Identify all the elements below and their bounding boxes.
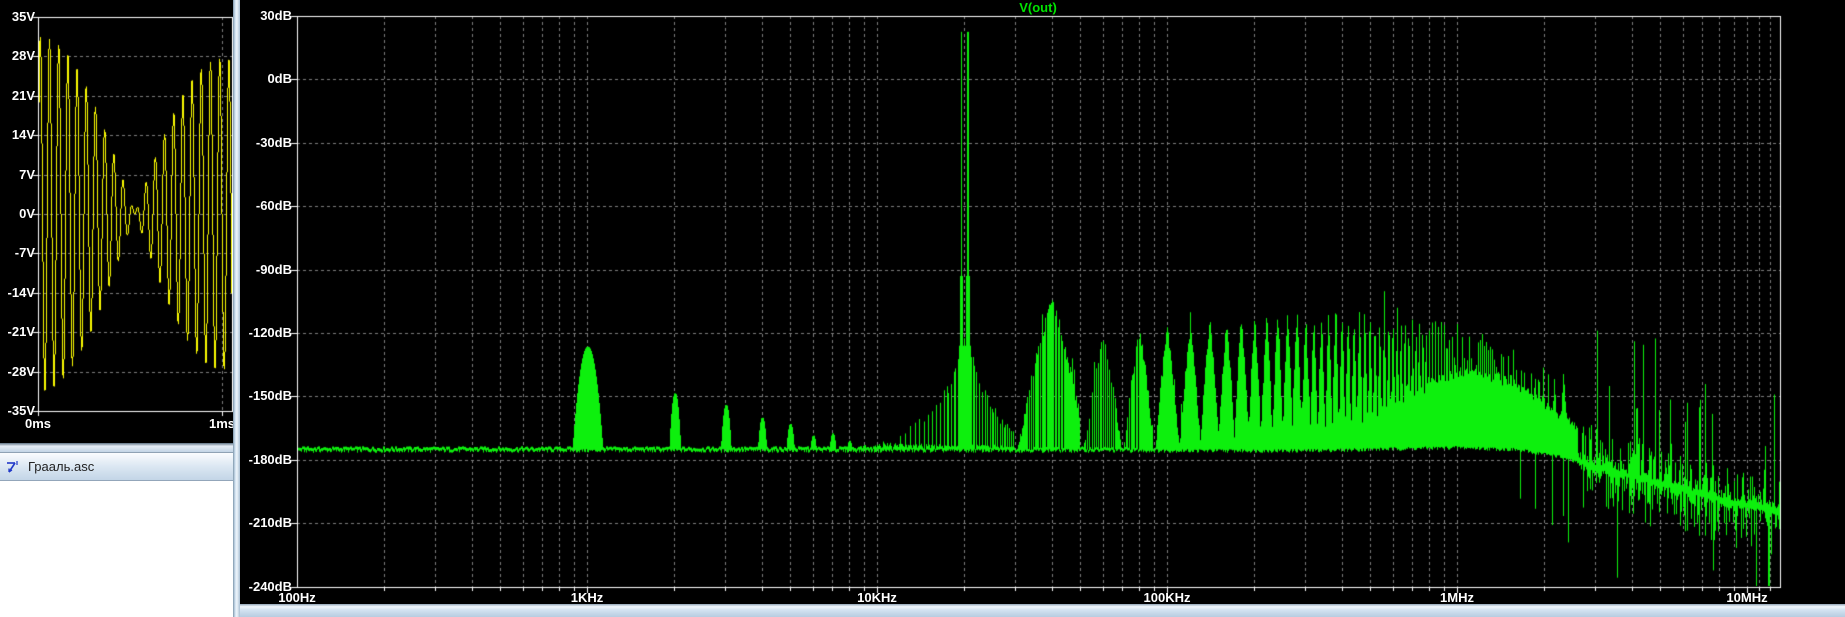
fft-y-tick-label: 30dB <box>260 8 292 23</box>
scope-y-tick-label: -28V <box>7 363 35 379</box>
fft-x-tick-label: 1KHz <box>570 590 604 605</box>
scope-y-tick-label: -21V <box>7 324 35 340</box>
scope-y-tick-label: 0V <box>19 206 35 221</box>
fft-y-tick-label: -60dB <box>255 198 292 214</box>
ltspice-schematic-icon <box>7 460 18 473</box>
scope-x-tick-label: 1ms <box>208 416 236 431</box>
scope-window-bottom-border <box>0 443 233 452</box>
fft-x-tick-label: 100Hz <box>278 590 316 605</box>
scope-y-tick-label: 21V <box>11 87 35 103</box>
schematic-window-title: Грааль.asc <box>28 459 95 474</box>
schematic-titlebar[interactable]: Грааль.asc <box>0 452 233 481</box>
fft-y-tick-label: -120dB <box>248 324 292 340</box>
scope-x-tick-label: 0ms <box>24 416 52 431</box>
scope-y-tick-label: 7V <box>19 166 35 182</box>
fft-plot[interactable] <box>240 0 1845 604</box>
fft-x-tick-label: 100KHz <box>1143 590 1191 605</box>
fft-pane: V(out) 30dB 0dB -30dB -60dB -90dB -120dB -150d… <box>240 0 1845 617</box>
scope-y-tick-label: 28V <box>11 48 35 64</box>
fft-y-tick-label: -210dB <box>248 515 292 531</box>
fft-x-tick-label: 10KHz <box>857 590 897 605</box>
time-domain-pane: 35V 28V 21V 14V 7V 0V -7V -14V -21V -28V -35V 0ms 1… <box>0 0 236 443</box>
fft-x-tick-label: 10MHz <box>1726 590 1768 605</box>
ltspice-workspace: 35V 28V 21V 14V 7V 0V -7V -14V -21V -28V -35V 0ms 1… <box>0 0 1845 617</box>
schematic-window: Грааль.asc <box>0 452 233 617</box>
fft-y-tick-label: -90dB <box>255 261 292 277</box>
fft-y-tick-label: 0dB <box>267 71 292 87</box>
fft-y-tick-label: -150dB <box>248 388 292 404</box>
fft-y-tick-label: -180dB <box>248 451 292 467</box>
fft-x-tick-label: 1MHz <box>1440 590 1474 605</box>
trace-legend[interactable]: V(out) <box>1019 0 1057 15</box>
scope-y-tick-label: -14V <box>7 284 35 300</box>
pane-divider[interactable] <box>233 0 240 617</box>
scope-y-tick-label: -7V <box>14 245 35 261</box>
fft-window-bottom-border <box>240 604 1845 617</box>
fft-y-tick-label: -30dB <box>255 134 292 150</box>
scope-y-tick-label: 35V <box>11 9 35 24</box>
schematic-canvas[interactable] <box>0 481 233 617</box>
scope-y-tick-label: 14V <box>11 127 35 143</box>
